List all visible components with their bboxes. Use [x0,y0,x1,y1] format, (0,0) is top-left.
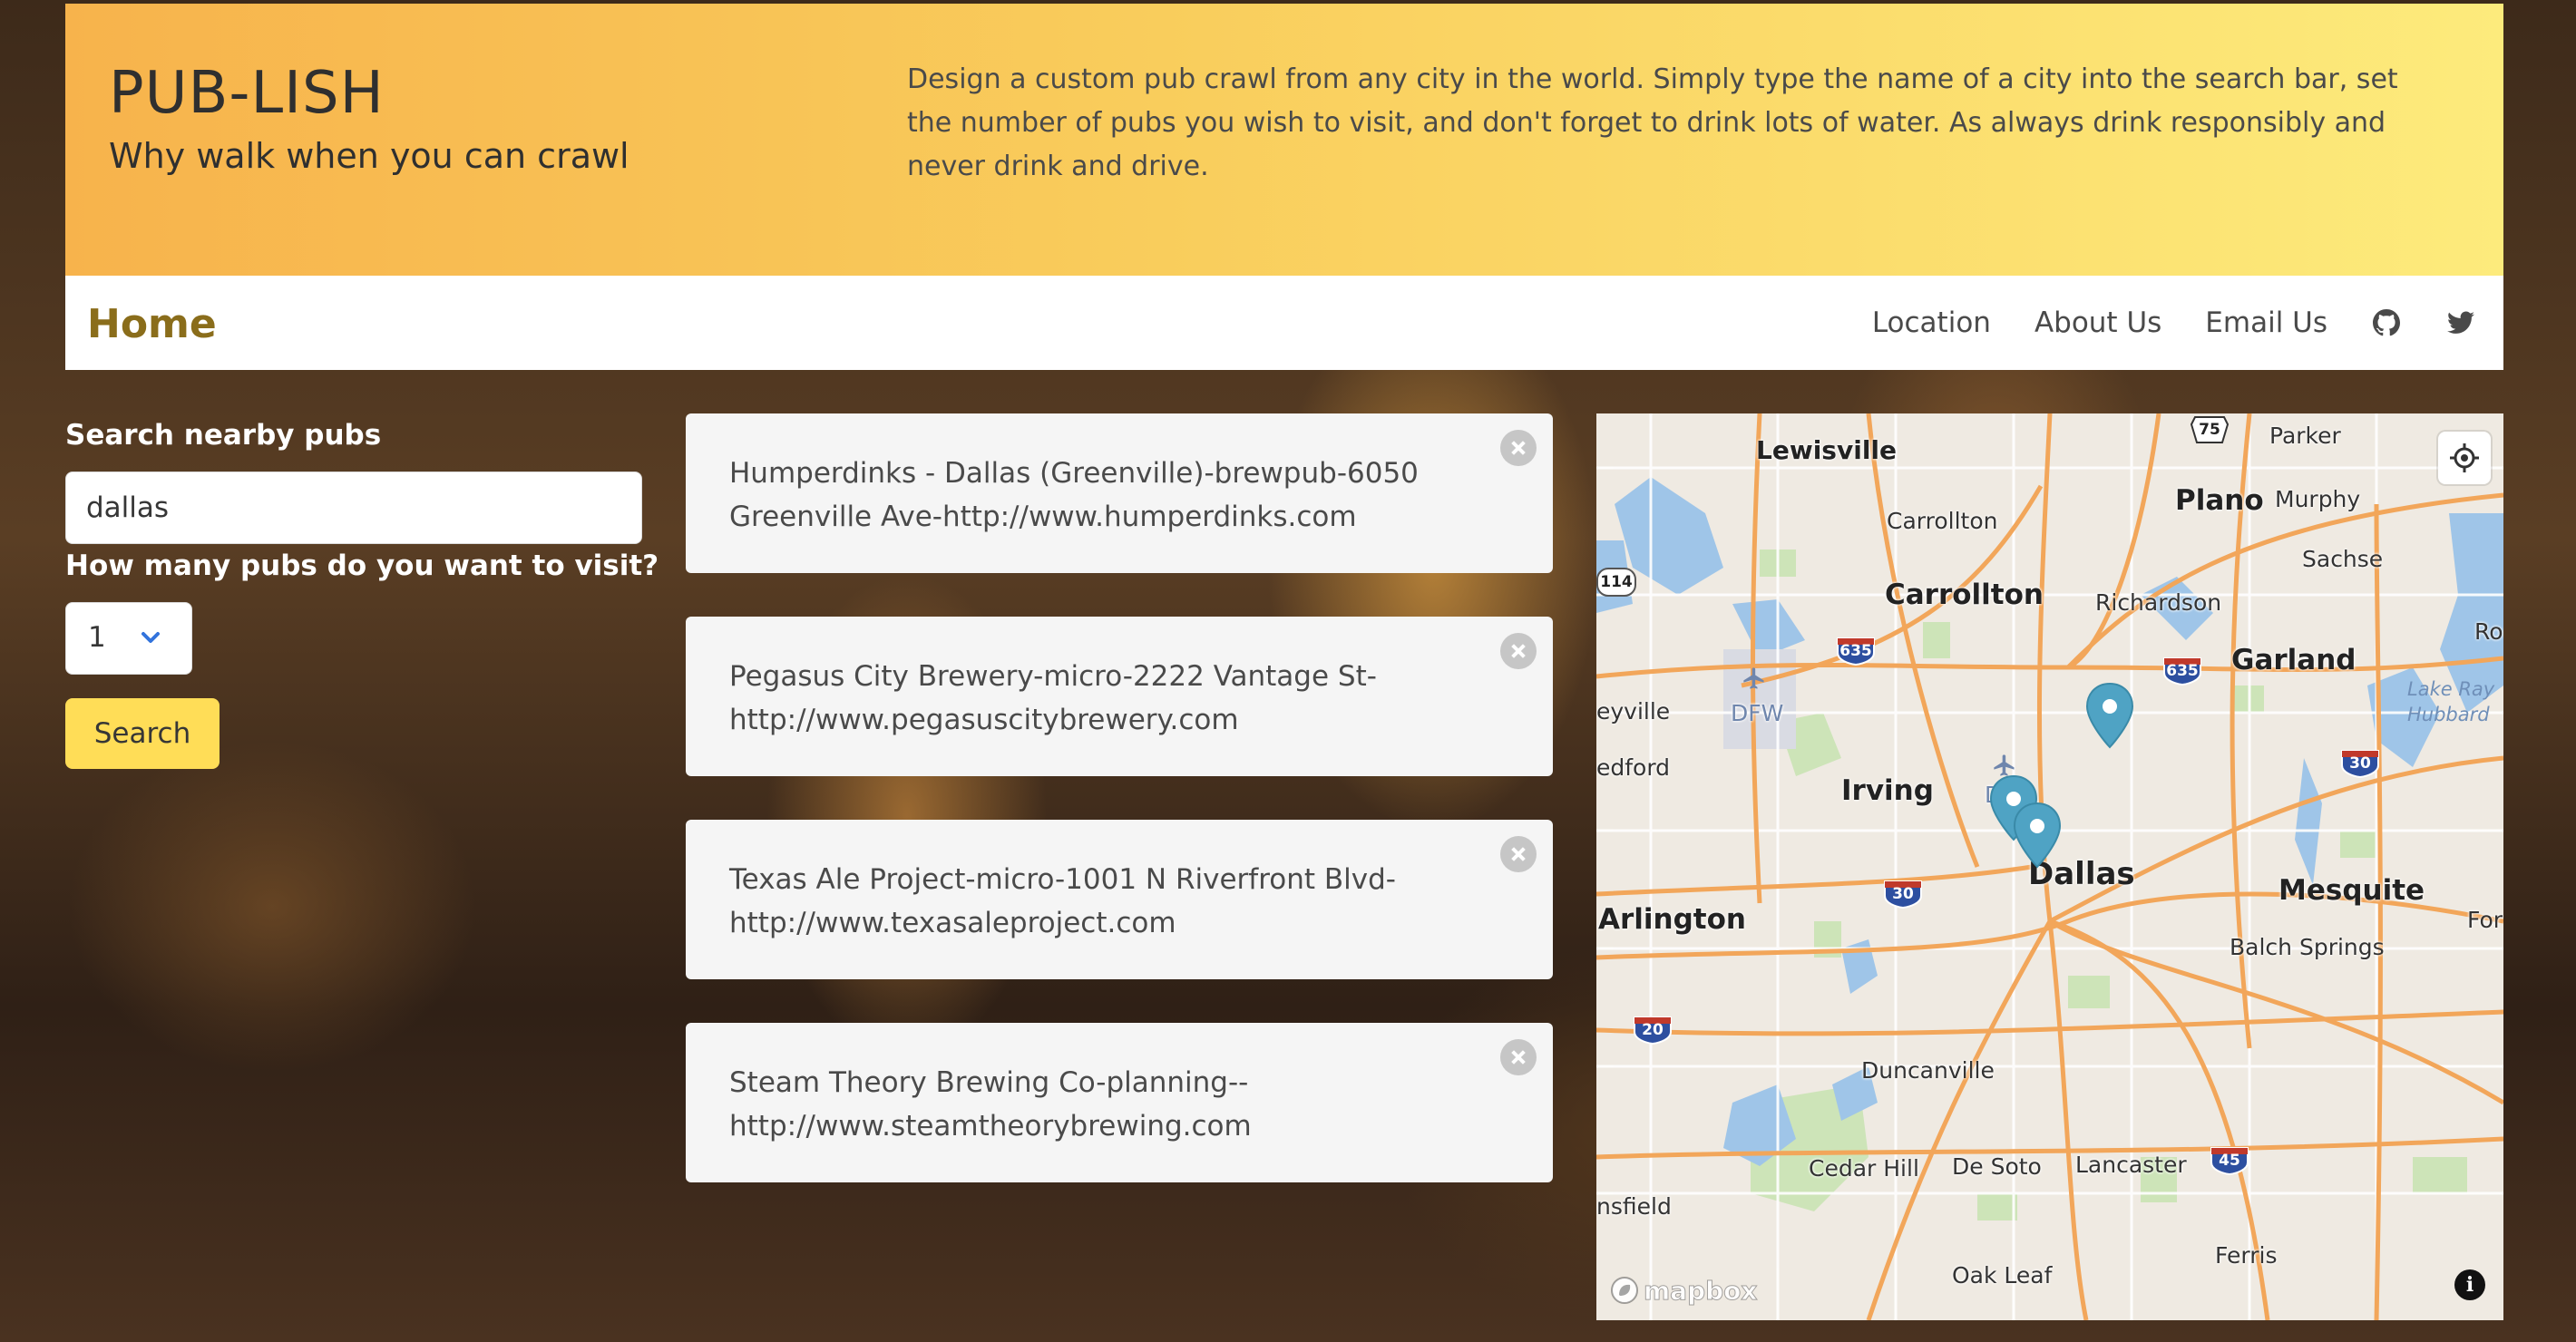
place-label: Sachse [2302,546,2384,572]
lake-label: Lake Ray Hubbard [2407,678,2495,725]
place-label: Roc [2474,618,2503,645]
navbar: Home Location About Us Email Us [65,276,2503,370]
interstate-shield: 635 [2162,656,2202,686]
place-label: Carrollton [1887,508,1998,534]
place-label: Murphy [2275,486,2361,512]
interstate-shield: 30 [2340,749,2380,778]
site-description: Design a custom pub crawl from any city … [907,63,2398,182]
info-icon[interactable]: i [2454,1269,2485,1300]
geolocate-button[interactable] [2438,432,2491,484]
interstate-shield: 20 [1633,1016,1673,1045]
place-label: Parker [2269,423,2341,449]
place-label: Plano [2175,484,2264,517]
pub-result-name: Pegasus City Brewery-micro-2222 Vantage … [729,660,1377,693]
place-label: Carrollton [1885,579,2044,611]
nav-about-link[interactable]: About Us [2034,306,2161,339]
hero-banner: PUB-LISH Why walk when you can crawl Des… [65,4,2503,276]
place-label: Lewisville [1756,435,1897,465]
pub-result-url: http://www.steamtheorybrewing.com [729,1110,1252,1143]
pub-result-url: http://www.pegasuscitybrewery.com [729,704,1239,736]
place-label: edford [1596,754,1671,781]
place-label: Ferris [2215,1242,2278,1269]
pub-map[interactable]: Lewisville Parker Plano Murphy Carrollto… [1596,413,2503,1320]
place-label: Cedar Hill [1809,1155,1919,1182]
mapbox-wordmark: mapbox [1643,1275,1758,1306]
nav-links: Location About Us Email Us [1872,276,2476,370]
airport-icon [1743,667,1764,689]
nav-home-link[interactable]: Home [87,301,217,347]
site-subtitle: Why walk when you can crawl [109,136,629,176]
pub-result-name: Steam Theory Brewing Co-planning-- [729,1066,1249,1099]
pub-count-value: 1 [88,621,106,654]
highway-shield: 114 [1596,568,1636,597]
pub-result-card: Humperdinks - Dallas (Greenville)-brewpu… [686,413,1553,573]
place-label: Garland [2231,644,2356,676]
place-label: Balch Springs [2230,934,2385,960]
github-icon[interactable] [2371,307,2402,338]
interstate-shield: 30 [1883,880,1923,909]
nav-location-link[interactable]: Location [1872,306,1991,339]
place-label: De Soto [1952,1153,2042,1180]
close-icon[interactable] [1500,633,1537,669]
place-label: Richardson [2095,589,2222,616]
mapbox-logo[interactable]: mapbox [1609,1275,1758,1306]
place-label: Mesquite [2278,874,2425,907]
pub-marker-icon[interactable] [2084,682,2135,751]
close-icon[interactable] [1500,430,1537,466]
place-label: Oak Leaf [1952,1262,2053,1289]
pub-count-select[interactable]: 1 [65,602,192,675]
place-label: Lancaster [2075,1152,2187,1178]
interstate-shield: 635 [1836,637,1876,666]
pub-result-url: Greenville Ave-http://www.humperdinks.co… [729,501,1357,533]
interstate-shield: 45 [2210,1146,2249,1175]
mapbox-icon [1611,1277,1638,1304]
site-title: PUB-LISH [109,60,385,127]
pub-result-card: Texas Ale Project-micro-1001 N Riverfron… [686,820,1553,979]
place-label: Arlington [1598,903,1746,936]
place-label: eyville [1596,698,1671,724]
pub-result-card: Pegasus City Brewery-micro-2222 Vantage … [686,617,1553,776]
close-icon[interactable] [1500,836,1537,872]
pub-marker-icon[interactable] [2012,802,2063,870]
crosshair-icon [2450,443,2479,472]
city-search-input[interactable] [65,472,642,544]
pub-count-label: How many pubs do you want to visit? [65,549,659,582]
twitter-icon[interactable] [2445,307,2476,338]
pub-result-card: Steam Theory Brewing Co-planning-- http:… [686,1023,1553,1182]
place-label: Irving [1841,774,1934,807]
place-label: Duncanville [1861,1057,1995,1084]
nav-email-link[interactable]: Email Us [2205,306,2327,339]
us-highway-shield: 75 [2190,415,2230,444]
place-label: For [2467,907,2503,933]
pub-result-url: http://www.texasaleproject.com [729,907,1176,939]
chevron-down-icon [141,632,160,643]
close-icon[interactable] [1500,1039,1537,1075]
place-label: DFW [1731,700,1784,726]
search-button[interactable]: Search [65,698,220,769]
place-label: nsfield [1596,1193,1672,1220]
pub-result-name: Texas Ale Project-micro-1001 N Riverfron… [729,863,1396,896]
pub-result-name: Humperdinks - Dallas (Greenville)-brewpu… [729,457,1419,490]
search-label: Search nearby pubs [65,419,382,452]
